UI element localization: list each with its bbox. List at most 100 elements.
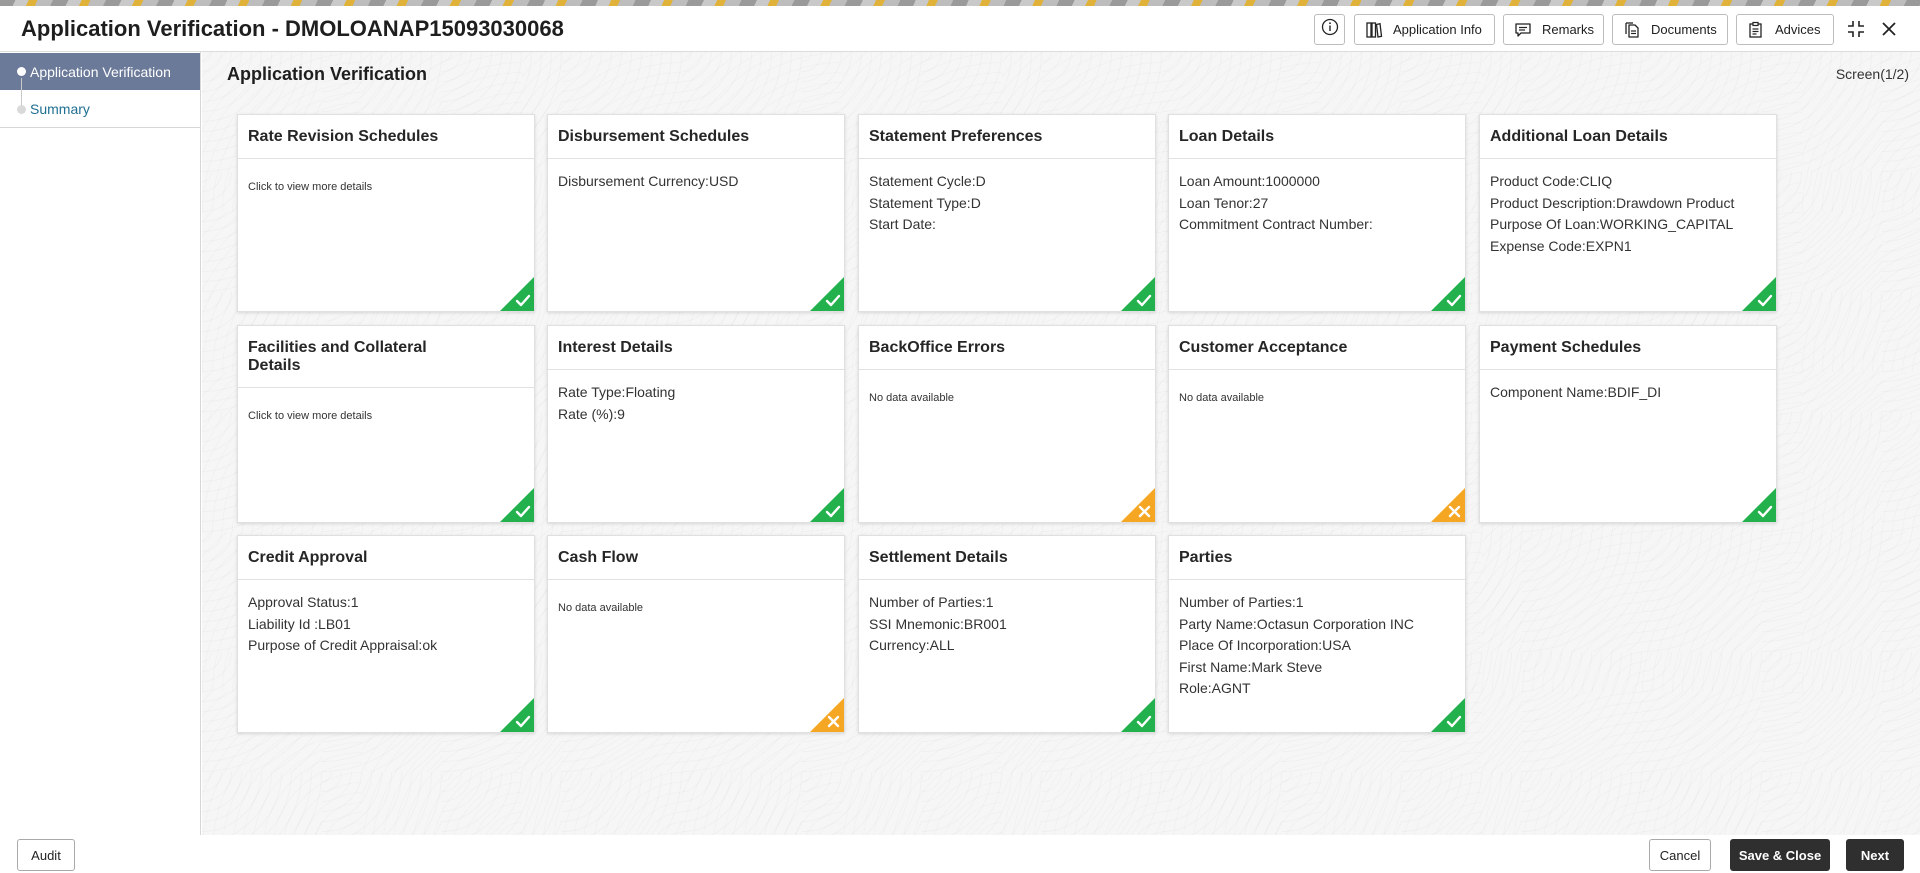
verification-card[interactable]: Payment Schedules Component Name:BDIF_DI [1479,325,1777,523]
card-title: Interest Details [558,339,673,356]
info-button[interactable] [1314,14,1345,45]
card-divider [1480,369,1776,370]
verification-card[interactable]: Parties Number of Parties:1 Party Name:Oct… [1168,535,1466,733]
verification-card[interactable]: Customer Acceptance No data available [1168,325,1466,523]
card-detail-line: Loan Amount:1000000 [1179,173,1320,189]
card-title: Facilities and Collateral Details [248,339,427,374]
checkmark-icon [500,698,534,732]
footer-bar: Audit Cancel Save & Close Next [0,835,1920,873]
sidebar-item-label: Application Verification [30,63,171,80]
checkmark-icon [1742,488,1776,522]
close-icon [1880,20,1898,43]
card-detail-line: Purpose of Credit Appraisal:ok [248,637,438,653]
comment-icon [1514,21,1532,39]
advices-button[interactable]: Advices [1736,14,1834,45]
verification-card[interactable]: Disbursement Schedules Disbursement Curre… [547,114,845,312]
card-detail-line: Rate (%):9 [558,405,625,422]
card-title: Credit Approval [248,549,368,566]
card-divider [238,387,534,388]
card-divider [238,579,534,580]
card-title: Settlement Details [869,549,1008,566]
verification-card[interactable]: Loan Details Loan Amount:1000000 Loan Teno… [1168,114,1466,312]
card-title: Payment Schedules [1490,339,1642,356]
card-divider [859,158,1155,159]
verification-card[interactable]: Cash Flow No data available [547,535,845,733]
page-header-title: Application Verification - DMOLOANAP1509… [21,16,564,41]
card-divider [548,369,844,370]
checkmark-icon [500,488,534,522]
card-detail-line: Component Name:BDIF_DI [1490,384,1662,400]
card-detail-line: Purpose Of Loan:WORKING_CAPITAL [1490,216,1734,232]
remarks-button[interactable]: Remarks [1503,14,1604,45]
card-detail-line: Statement Type:D [869,194,981,211]
card-detail-line: Role:AGNT [1179,680,1251,696]
card-detail-line: Disbursement Currency:USD [558,173,739,189]
page-title: Application Verification [227,64,428,84]
card-divider [238,158,534,159]
card-detail-line: First Name:Mark Steve [1179,658,1323,675]
card-title: Parties [1179,549,1233,566]
checkmark-icon [810,488,844,522]
view-more-link[interactable]: Click to view more details [248,410,372,422]
save-close-button[interactable]: Save & Close [1730,839,1830,871]
application-info-label: Application Info [1393,22,1482,37]
step-dot-icon [17,67,26,76]
cancel-button[interactable]: Cancel [1649,839,1711,871]
card-detail-line: Place Of Incorporation:USA [1179,637,1351,653]
view-more-link[interactable]: Click to view more details [248,181,372,193]
card-detail-line: Product Code:CLIQ [1490,173,1613,189]
card-divider [859,369,1155,370]
card-detail-line: Number of Parties:1 [869,594,994,610]
verification-card[interactable]: Facilities and Collateral Details Click t… [237,325,535,523]
documents-label: Documents [1651,22,1717,37]
no-data-text: No data available [869,392,955,404]
card-detail-line: Start Date: [869,216,936,232]
verification-card[interactable]: Credit Approval Approval Status:1 Liabilit… [237,535,535,733]
card-title: Disbursement Schedules [558,128,750,145]
verification-card[interactable]: Additional Loan Details Product Code:CLIQ… [1479,114,1777,312]
sidebar-item-application-verification[interactable]: Application Verification [0,53,200,90]
card-title: Customer Acceptance [1179,339,1348,356]
application-info-button[interactable]: Application Info [1354,14,1495,45]
cross-icon [1121,488,1155,522]
checkmark-icon [1121,698,1155,732]
card-divider [548,158,844,159]
collapse-button[interactable] [1845,20,1867,42]
card-detail-line: Approval Status:1 [248,594,359,610]
cross-icon [810,698,844,732]
card-detail-line: Loan Tenor:27 [1179,194,1269,211]
verification-card[interactable]: Rate Revision Schedules Click to view mor… [237,114,535,312]
sidebar-item-label: Summary [30,101,90,117]
card-detail-line: Liability Id :LB01 [248,615,351,632]
card-detail-line: SSI Mnemonic:BR001 [869,615,1007,632]
verification-card[interactable]: BackOffice Errors No data available [858,325,1156,523]
step-dot-icon [17,105,26,114]
verification-card[interactable]: Interest Details Rate Type:Floating Rate (… [547,325,845,523]
close-window-button[interactable] [1878,20,1900,42]
documents-button[interactable]: Documents [1612,14,1728,45]
verification-card[interactable]: Settlement Details Number of Parties:1 SSI… [858,535,1156,733]
document-icon [1623,21,1641,39]
card-title: BackOffice Errors [869,339,1006,356]
next-button[interactable]: Next [1846,839,1904,871]
advices-label: Advices [1775,22,1821,37]
card-detail-line: Statement Cycle:D [869,173,986,189]
sidebar-item-summary[interactable]: Summary [0,91,200,128]
card-title: Additional Loan Details [1490,128,1668,145]
card-divider [1480,158,1776,159]
card-detail-line: Number of Parties:1 [1179,594,1304,610]
checkmark-icon [1431,277,1465,311]
main-content: Application Verification Screen(1/2) Rat… [202,52,1920,835]
card-detail-line: Currency:ALL [869,637,955,653]
card-detail-line: Expense Code:EXPN1 [1490,237,1632,254]
audit-button[interactable]: Audit [17,839,75,871]
collapse-icon [1846,19,1866,44]
verification-card[interactable]: Statement Preferences Statement Cycle:D St… [858,114,1156,312]
card-title: Rate Revision Schedules [248,128,439,145]
cross-icon [1431,488,1465,522]
no-data-text: No data available [558,602,644,614]
clipboard-icon [1747,21,1765,39]
info-icon [1321,18,1339,41]
no-data-text: No data available [1179,392,1265,404]
checkmark-icon [1121,277,1155,311]
